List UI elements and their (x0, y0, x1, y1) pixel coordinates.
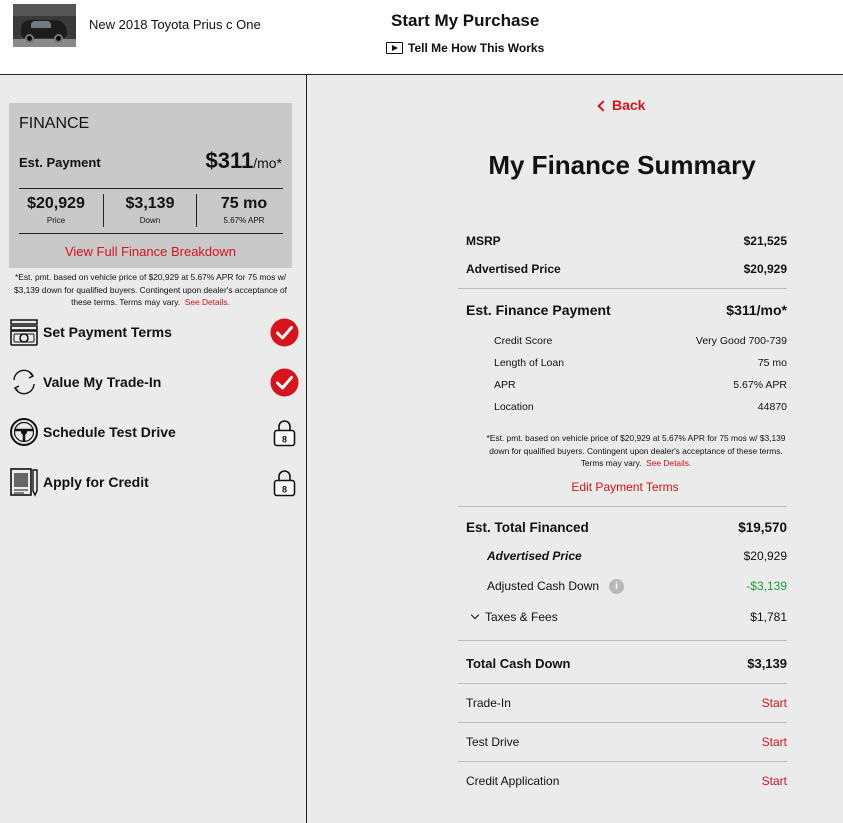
test-drive-start-link[interactable]: Start (762, 735, 787, 749)
chevron-down-icon[interactable] (470, 610, 480, 620)
summary-disclaimer: *Est. pmt. based on vehicle price of $20… (486, 433, 786, 468)
svg-text:8: 8 (282, 485, 287, 495)
down-stat: $3,139 Down (125, 195, 175, 225)
term-stat: 75 mo 5.67% APR (220, 195, 268, 225)
svg-text:8: 8 (282, 435, 287, 445)
row-divider (458, 506, 787, 507)
length-of-loan-row: Length of Loan 75 mo (494, 357, 787, 369)
taxes-fees-row[interactable]: Taxes & Fees $1,781 (470, 610, 787, 624)
step-set-payment-terms[interactable]: Set Payment Terms (7, 315, 303, 349)
step-value-trade-in[interactable]: Value My Trade-In (7, 365, 303, 399)
chevron-left-icon (597, 99, 609, 112)
lock-icon: 8 (273, 470, 296, 497)
adjusted-cash-down-row: Adjusted Cash Down i -$3,139 (487, 579, 787, 595)
price-stat: $20,929 Price (27, 195, 85, 225)
row-divider (458, 683, 787, 684)
step-label: Value My Trade-In (43, 374, 162, 390)
summary-title: My Finance Summary (488, 150, 756, 180)
apr-row: APR 5.67% APR (494, 379, 787, 391)
step-schedule-test-drive[interactable]: Schedule Test Drive 8 (7, 415, 303, 449)
step-apply-for-credit[interactable]: Apply for Credit 8 (7, 465, 303, 499)
trade-in-icon (13, 369, 35, 395)
stat-separator (196, 194, 197, 227)
step-label: Schedule Test Drive (43, 424, 176, 440)
total-cash-down-row: Total Cash Down $3,139 (466, 656, 787, 671)
est-payment-label: Est. Payment (19, 155, 101, 170)
finance-card: FINANCE Est. Payment $311/mo* $20,929 Pri… (9, 103, 292, 268)
how-it-works-link[interactable]: Tell Me How This Works (386, 41, 544, 55)
checkmark-icon (270, 368, 299, 397)
row-divider (458, 640, 787, 641)
see-details-link[interactable]: See Details. (185, 297, 230, 307)
stat-separator (103, 194, 104, 227)
page-title: Start My Purchase (391, 11, 540, 30)
vehicle-title: New 2018 Toyota Prius c One (89, 17, 261, 32)
finance-disclaimer: *Est. pmt. based on vehicle price of $20… (13, 272, 288, 307)
card-divider (19, 233, 283, 234)
see-details-link[interactable]: See Details. (646, 458, 691, 468)
trade-in-start-link[interactable]: Start (762, 696, 787, 710)
back-link[interactable]: Back (597, 97, 645, 113)
row-divider (458, 288, 787, 289)
how-it-works-label: Tell Me How This Works (408, 41, 545, 55)
step-label: Set Payment Terms (43, 324, 172, 340)
step-label: Apply for Credit (43, 474, 149, 490)
row-divider (458, 761, 787, 762)
location-row: Location 44870 (494, 401, 787, 413)
info-icon[interactable]: i (609, 579, 625, 595)
est-finance-payment-row: Est. Finance Payment $311/mo* (466, 302, 787, 318)
advertised-price-row: Advertised Price $20,929 (466, 262, 787, 276)
est-total-financed-row: Est. Total Financed $19,570 (466, 520, 787, 535)
play-video-icon (386, 42, 403, 54)
credit-score-row: Credit Score Very Good 700-739 (494, 335, 787, 347)
msrp-row: MSRP $21,525 (466, 234, 787, 248)
steering-wheel-icon (10, 418, 38, 446)
finance-card-title: FINANCE (19, 115, 90, 132)
money-icon (10, 319, 38, 346)
est-payment-value: $311/mo* (205, 148, 282, 173)
lock-icon: 8 (273, 420, 296, 447)
credit-application-row: Credit Application Start (466, 774, 787, 788)
card-divider (19, 188, 283, 189)
row-divider (458, 722, 787, 723)
advertised-price-detail-row: Advertised Price $20,929 (487, 549, 787, 563)
trade-in-row: Trade-In Start (466, 696, 787, 710)
vehicle-thumbnail (13, 4, 76, 47)
panel-divider (306, 75, 307, 823)
credit-application-start-link[interactable]: Start (762, 774, 787, 788)
header: New 2018 Toyota Prius c One Start My Pur… (0, 0, 843, 75)
checkmark-icon (270, 318, 299, 347)
view-finance-breakdown-link[interactable]: View Full Finance Breakdown (9, 244, 292, 259)
credit-application-icon (10, 468, 38, 497)
edit-payment-terms-link[interactable]: Edit Payment Terms (460, 480, 790, 494)
test-drive-row: Test Drive Start (466, 735, 787, 749)
